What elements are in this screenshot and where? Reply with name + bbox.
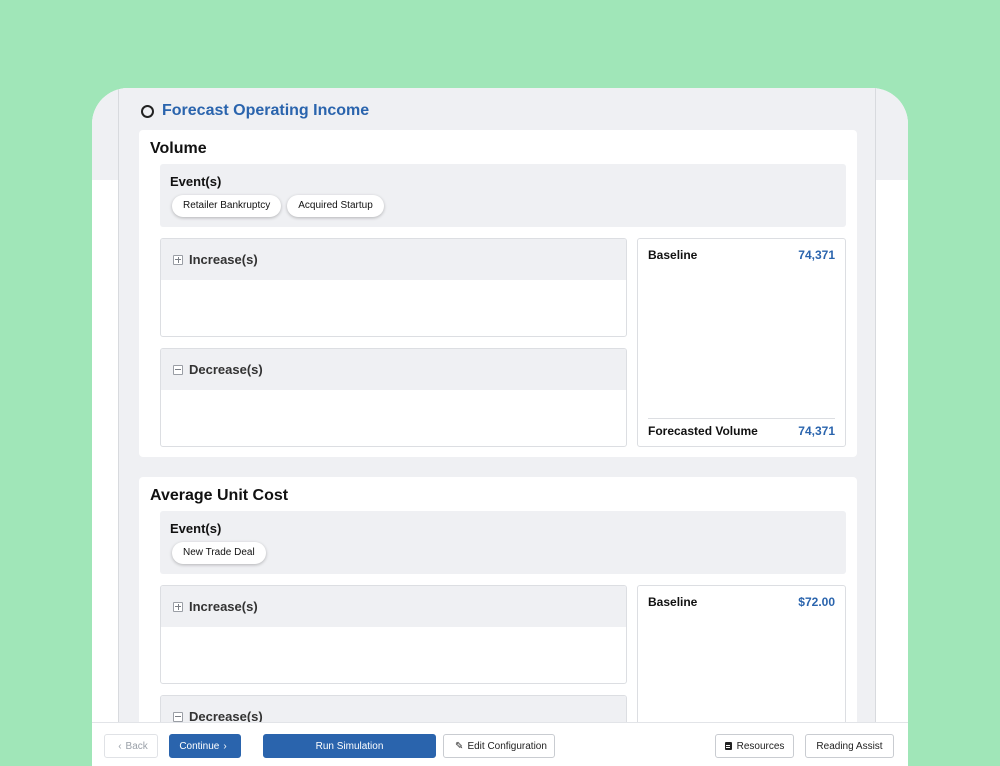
event-chip[interactable]: Retailer Bankruptcy <box>172 195 282 217</box>
unit-cost-title: Average Unit Cost <box>150 487 289 504</box>
edit-configuration-label: Edit Configuration <box>467 740 547 752</box>
continue-label: Continue <box>179 740 220 752</box>
continue-button[interactable]: Continue › <box>169 734 241 758</box>
volume-events: Event(s) Retailer Bankruptcy Acquired St… <box>160 164 846 227</box>
increases-label: Increase(s) <box>189 252 258 267</box>
circle-step-icon <box>141 104 154 118</box>
volume-title: Volume <box>150 140 207 157</box>
document-icon <box>724 742 732 750</box>
baseline-value: $72.00 <box>798 595 835 609</box>
baseline-label: Baseline <box>648 248 698 262</box>
unit-cost-decreases-panel: Decrease(s) <box>160 695 627 722</box>
reading-assist-button[interactable]: Reading Assist <box>805 734 894 758</box>
back-button[interactable]: ‹ Back <box>104 734 158 758</box>
unit-cost-events: Event(s) New Trade Deal <box>160 511 846 574</box>
plus-square-icon[interactable] <box>173 254 183 265</box>
plus-square-icon[interactable] <box>173 601 183 612</box>
divider <box>648 418 835 419</box>
forecast-value: 74,371 <box>798 424 835 438</box>
event-chip[interactable]: New Trade Deal <box>172 542 266 564</box>
increases-header[interactable]: Increase(s) <box>161 239 626 280</box>
step-title: Forecast Operating Income <box>162 102 370 119</box>
resources-label: Resources <box>736 740 785 752</box>
forecast-label: Forecasted Volume <box>648 424 758 438</box>
back-label: Back <box>125 740 148 752</box>
pencil-icon: ✎ <box>455 740 464 752</box>
unit-cost-summary: Baseline $72.00 <box>637 585 846 722</box>
unit-cost-card: Average Unit Cost Event(s) New Trade Dea… <box>139 477 857 722</box>
volume-increases-panel: Increase(s) <box>160 238 627 337</box>
baseline-row: Baseline $72.00 <box>648 595 835 609</box>
chevron-left-icon: ‹ <box>118 740 122 752</box>
run-simulation-label: Run Simulation <box>315 740 384 752</box>
volume-summary: Baseline 74,371 Forecasted Volume 74,371 <box>637 238 846 447</box>
forecast-row: Forecasted Volume 74,371 <box>648 424 835 438</box>
baseline-label: Baseline <box>648 595 698 609</box>
resources-button[interactable]: Resources <box>715 734 794 758</box>
increases-header[interactable]: Increase(s) <box>161 586 626 627</box>
run-simulation-button[interactable]: Run Simulation <box>263 734 436 758</box>
event-chip[interactable]: Acquired Startup <box>287 195 384 217</box>
bottom-toolbar: ‹ Back Continue › Run Simulation ✎ Edit … <box>92 722 908 766</box>
chevron-right-icon: › <box>223 740 227 752</box>
decreases-header[interactable]: Decrease(s) <box>161 696 626 722</box>
decreases-header[interactable]: Decrease(s) <box>161 349 626 390</box>
reading-assist-label: Reading Assist <box>816 740 883 752</box>
baseline-row: Baseline 74,371 <box>648 248 835 262</box>
baseline-value: 74,371 <box>798 248 835 262</box>
volume-card: Volume Event(s) Retailer Bankruptcy Acqu… <box>139 130 857 457</box>
tablet-frame: Forecast Operating Income Volume Event(s… <box>92 88 908 766</box>
volume-decreases-panel: Decrease(s) <box>160 348 627 447</box>
decreases-label: Decrease(s) <box>189 709 263 722</box>
minus-square-icon[interactable] <box>173 364 183 375</box>
increases-label: Increase(s) <box>189 599 258 614</box>
event-chips: Retailer Bankruptcy Acquired Startup <box>172 195 384 217</box>
event-chips: New Trade Deal <box>172 542 266 564</box>
main-content: Forecast Operating Income Volume Event(s… <box>118 88 876 722</box>
decreases-label: Decrease(s) <box>189 362 263 377</box>
events-label: Event(s) <box>170 174 222 189</box>
step-header: Forecast Operating Income <box>119 88 875 134</box>
edit-configuration-button[interactable]: ✎ Edit Configuration <box>443 734 555 758</box>
unit-cost-increases-panel: Increase(s) <box>160 585 627 684</box>
events-label: Event(s) <box>170 521 222 536</box>
minus-square-icon[interactable] <box>173 711 183 722</box>
